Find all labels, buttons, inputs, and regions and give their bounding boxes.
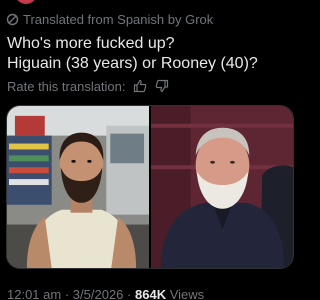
- media-grid: [6, 105, 294, 269]
- views-label: Views: [169, 287, 205, 300]
- avatar[interactable]: [15, 0, 37, 4]
- thumbs-down-icon[interactable]: [154, 78, 170, 94]
- post-meta: 12:01 am · 3/5/2026 · 864K Views: [7, 287, 204, 300]
- translation-notice: Translated from Spanish by Grok: [6, 12, 213, 27]
- post-text-line: Higuain (38 years) or Rooney (40)?: [7, 55, 258, 72]
- separator: ·: [127, 287, 132, 300]
- post-text-line: Who's more fucked up?: [7, 35, 175, 52]
- rate-translation-label: Rate this translation:: [7, 78, 126, 94]
- rate-translation: Rate this translation:: [7, 78, 170, 94]
- separator: ·: [64, 287, 70, 300]
- grok-icon: [6, 13, 19, 26]
- post-time[interactable]: 12:01 am: [7, 287, 61, 300]
- photo-right[interactable]: [151, 106, 293, 268]
- thumbs-up-icon[interactable]: [132, 78, 148, 94]
- post-text: Who's more fucked up? Higuain (38 years)…: [7, 34, 295, 74]
- post-date[interactable]: 3/5/2026: [73, 287, 124, 300]
- views-count: 864K: [135, 287, 167, 300]
- translation-label: Translated from Spanish by Grok: [23, 12, 214, 27]
- photo-left[interactable]: [7, 106, 149, 268]
